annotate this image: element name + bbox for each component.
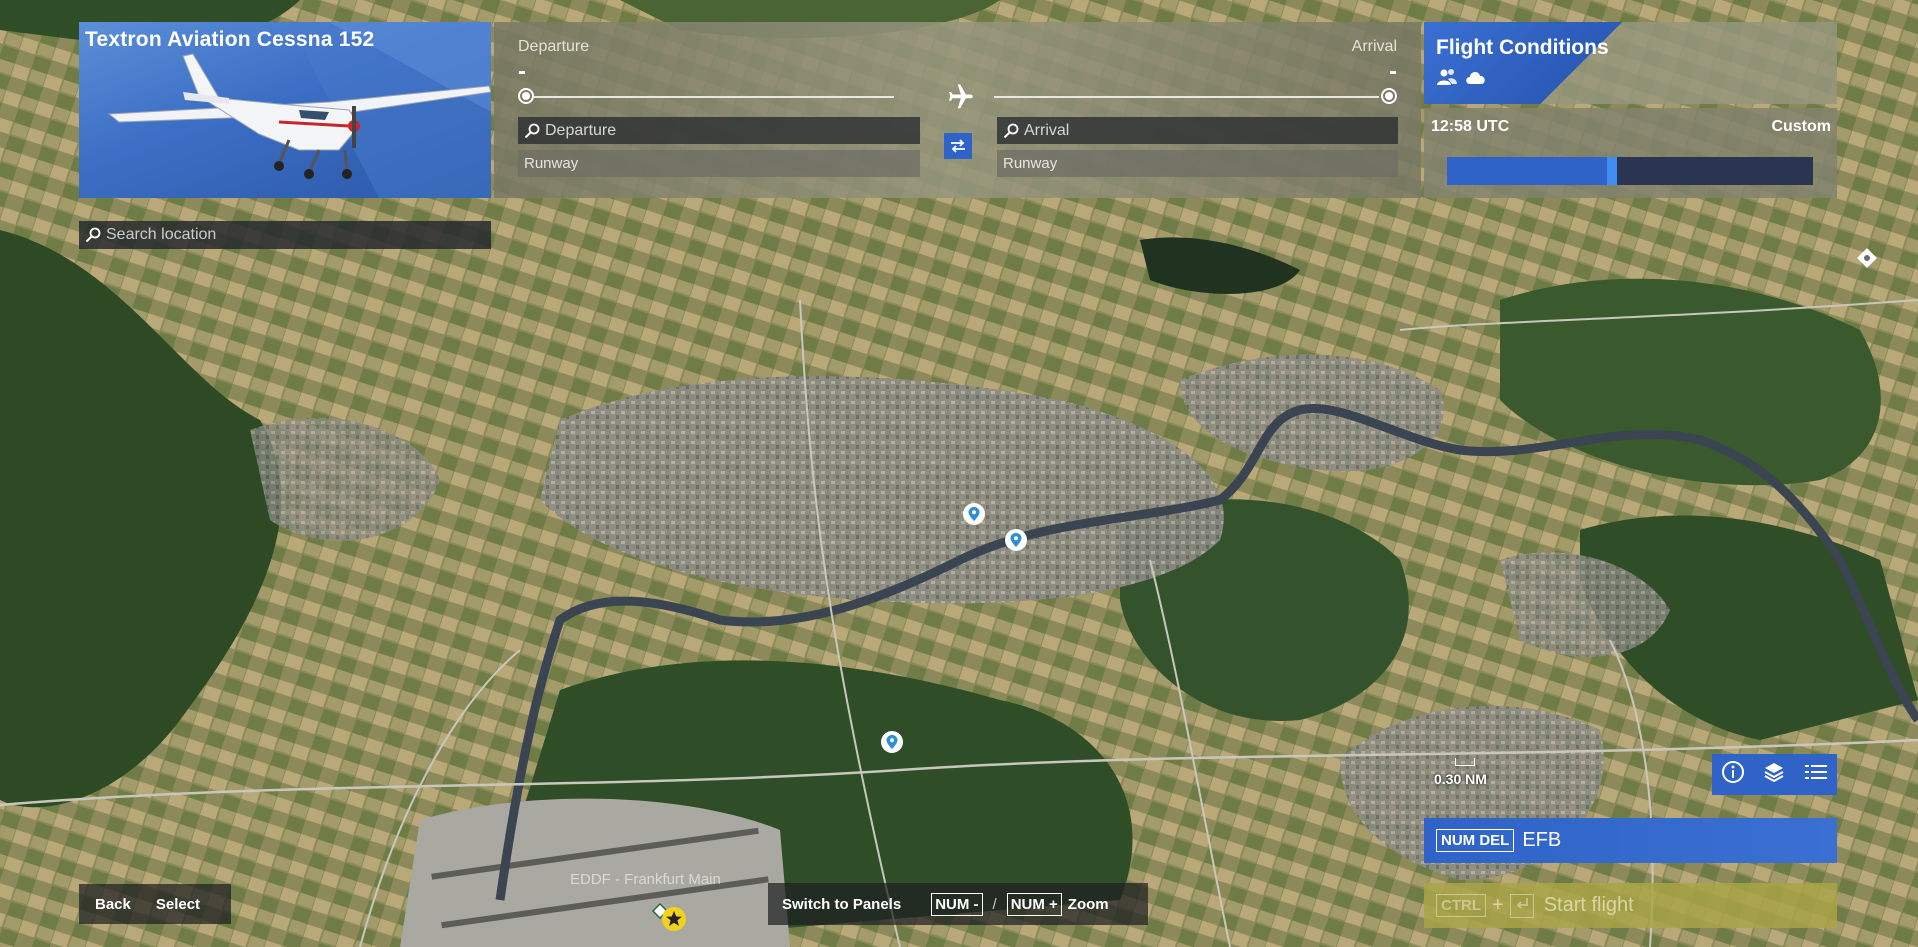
- plus-sign: +: [1492, 894, 1504, 916]
- departure-point-icon: [518, 88, 534, 104]
- num-plus-key-hint: NUM +: [1006, 892, 1062, 916]
- map-tools-toolbar: [1712, 754, 1837, 795]
- hint-bar-left: Back Select: [79, 884, 231, 924]
- departure-value: -: [518, 58, 526, 85]
- flight-conditions-header[interactable]: Flight Conditions: [1424, 22, 1837, 104]
- route-panel: Departure Arrival - - Departure Runway A…: [494, 22, 1421, 198]
- efb-label: EFB: [1522, 829, 1562, 851]
- arrival-route-line: [994, 96, 1379, 98]
- time-slider-handle[interactable]: [1606, 157, 1617, 185]
- location-pin-icon[interactable]: [963, 503, 985, 525]
- arrival-runway-select[interactable]: Runway: [997, 150, 1398, 177]
- map-scale-bar: [1455, 758, 1475, 766]
- search-location-input[interactable]: Search location: [79, 221, 491, 249]
- swap-arrows-icon: [951, 139, 965, 153]
- efb-button[interactable]: NUM DEL EFB: [1424, 818, 1837, 863]
- num-minus-key-hint: NUM -: [931, 892, 983, 916]
- arrival-search-input[interactable]: Arrival: [997, 117, 1398, 144]
- airplane-icon: [944, 82, 974, 117]
- location-pin-icon[interactable]: [1005, 529, 1027, 551]
- weather-cloud-icon: [1464, 68, 1488, 91]
- select-hint[interactable]: Select: [156, 896, 200, 913]
- arrival-placeholder: Arrival: [1024, 121, 1070, 139]
- ctrl-key-hint: CTRL: [1436, 894, 1486, 917]
- switch-panels-hint[interactable]: Switch to Panels: [782, 896, 901, 913]
- efb-key-hint: NUM DEL: [1436, 829, 1515, 852]
- departure-runway-select[interactable]: Runway: [518, 150, 920, 177]
- arrival-label: Arrival: [1351, 38, 1397, 55]
- airport-map-label: EDDF - Frankfurt Main: [570, 871, 721, 888]
- departure-search-input[interactable]: Departure: [518, 117, 920, 144]
- flight-conditions-title: Flight Conditions: [1436, 36, 1609, 59]
- aircraft-card[interactable]: Textron Aviation Cessna 152: [79, 22, 491, 198]
- flight-conditions-panel: 12:58 UTC Custom: [1424, 108, 1837, 198]
- back-hint[interactable]: Back: [95, 896, 131, 913]
- departure-route-line: [534, 96, 894, 98]
- arrival-point-icon: [1381, 88, 1397, 104]
- search-icon: [1003, 123, 1019, 139]
- start-flight-button[interactable]: CTRL + Start flight: [1424, 883, 1837, 928]
- hint-bar-center: Switch to Panels NUM - / NUM + Zoom: [768, 883, 1148, 925]
- time-slider[interactable]: [1447, 157, 1813, 185]
- location-pin-icon[interactable]: [881, 731, 903, 753]
- search-location-placeholder: Search location: [106, 226, 217, 243]
- arrival-runway-label: Runway: [1003, 155, 1058, 172]
- search-icon: [85, 227, 101, 243]
- key-separator: /: [992, 895, 997, 913]
- time-of-day: 12:58 UTC: [1431, 118, 1510, 135]
- departure-placeholder: Departure: [545, 121, 617, 139]
- compass-icon[interactable]: [1856, 247, 1878, 274]
- time-slider-fill: [1447, 157, 1612, 185]
- multiplayer-icon: [1436, 68, 1458, 91]
- star-icon[interactable]: [661, 906, 687, 937]
- legend-icon[interactable]: [1804, 762, 1828, 787]
- zoom-hint[interactable]: Zoom: [1068, 896, 1109, 913]
- start-flight-label: Start flight: [1543, 894, 1634, 916]
- layers-icon[interactable]: [1763, 761, 1785, 788]
- weather-preset: Custom: [1771, 118, 1831, 135]
- map-scale-label: 0.30 NM: [1434, 771, 1487, 787]
- enter-key-icon: [1509, 893, 1534, 918]
- aircraft-name: Textron Aviation Cessna 152: [85, 28, 375, 51]
- departure-runway-label: Runway: [524, 155, 579, 172]
- info-icon[interactable]: [1721, 760, 1745, 789]
- swap-route-button[interactable]: [944, 133, 972, 159]
- arrival-value: -: [1389, 58, 1397, 85]
- search-icon: [524, 123, 540, 139]
- departure-label: Departure: [518, 38, 590, 55]
